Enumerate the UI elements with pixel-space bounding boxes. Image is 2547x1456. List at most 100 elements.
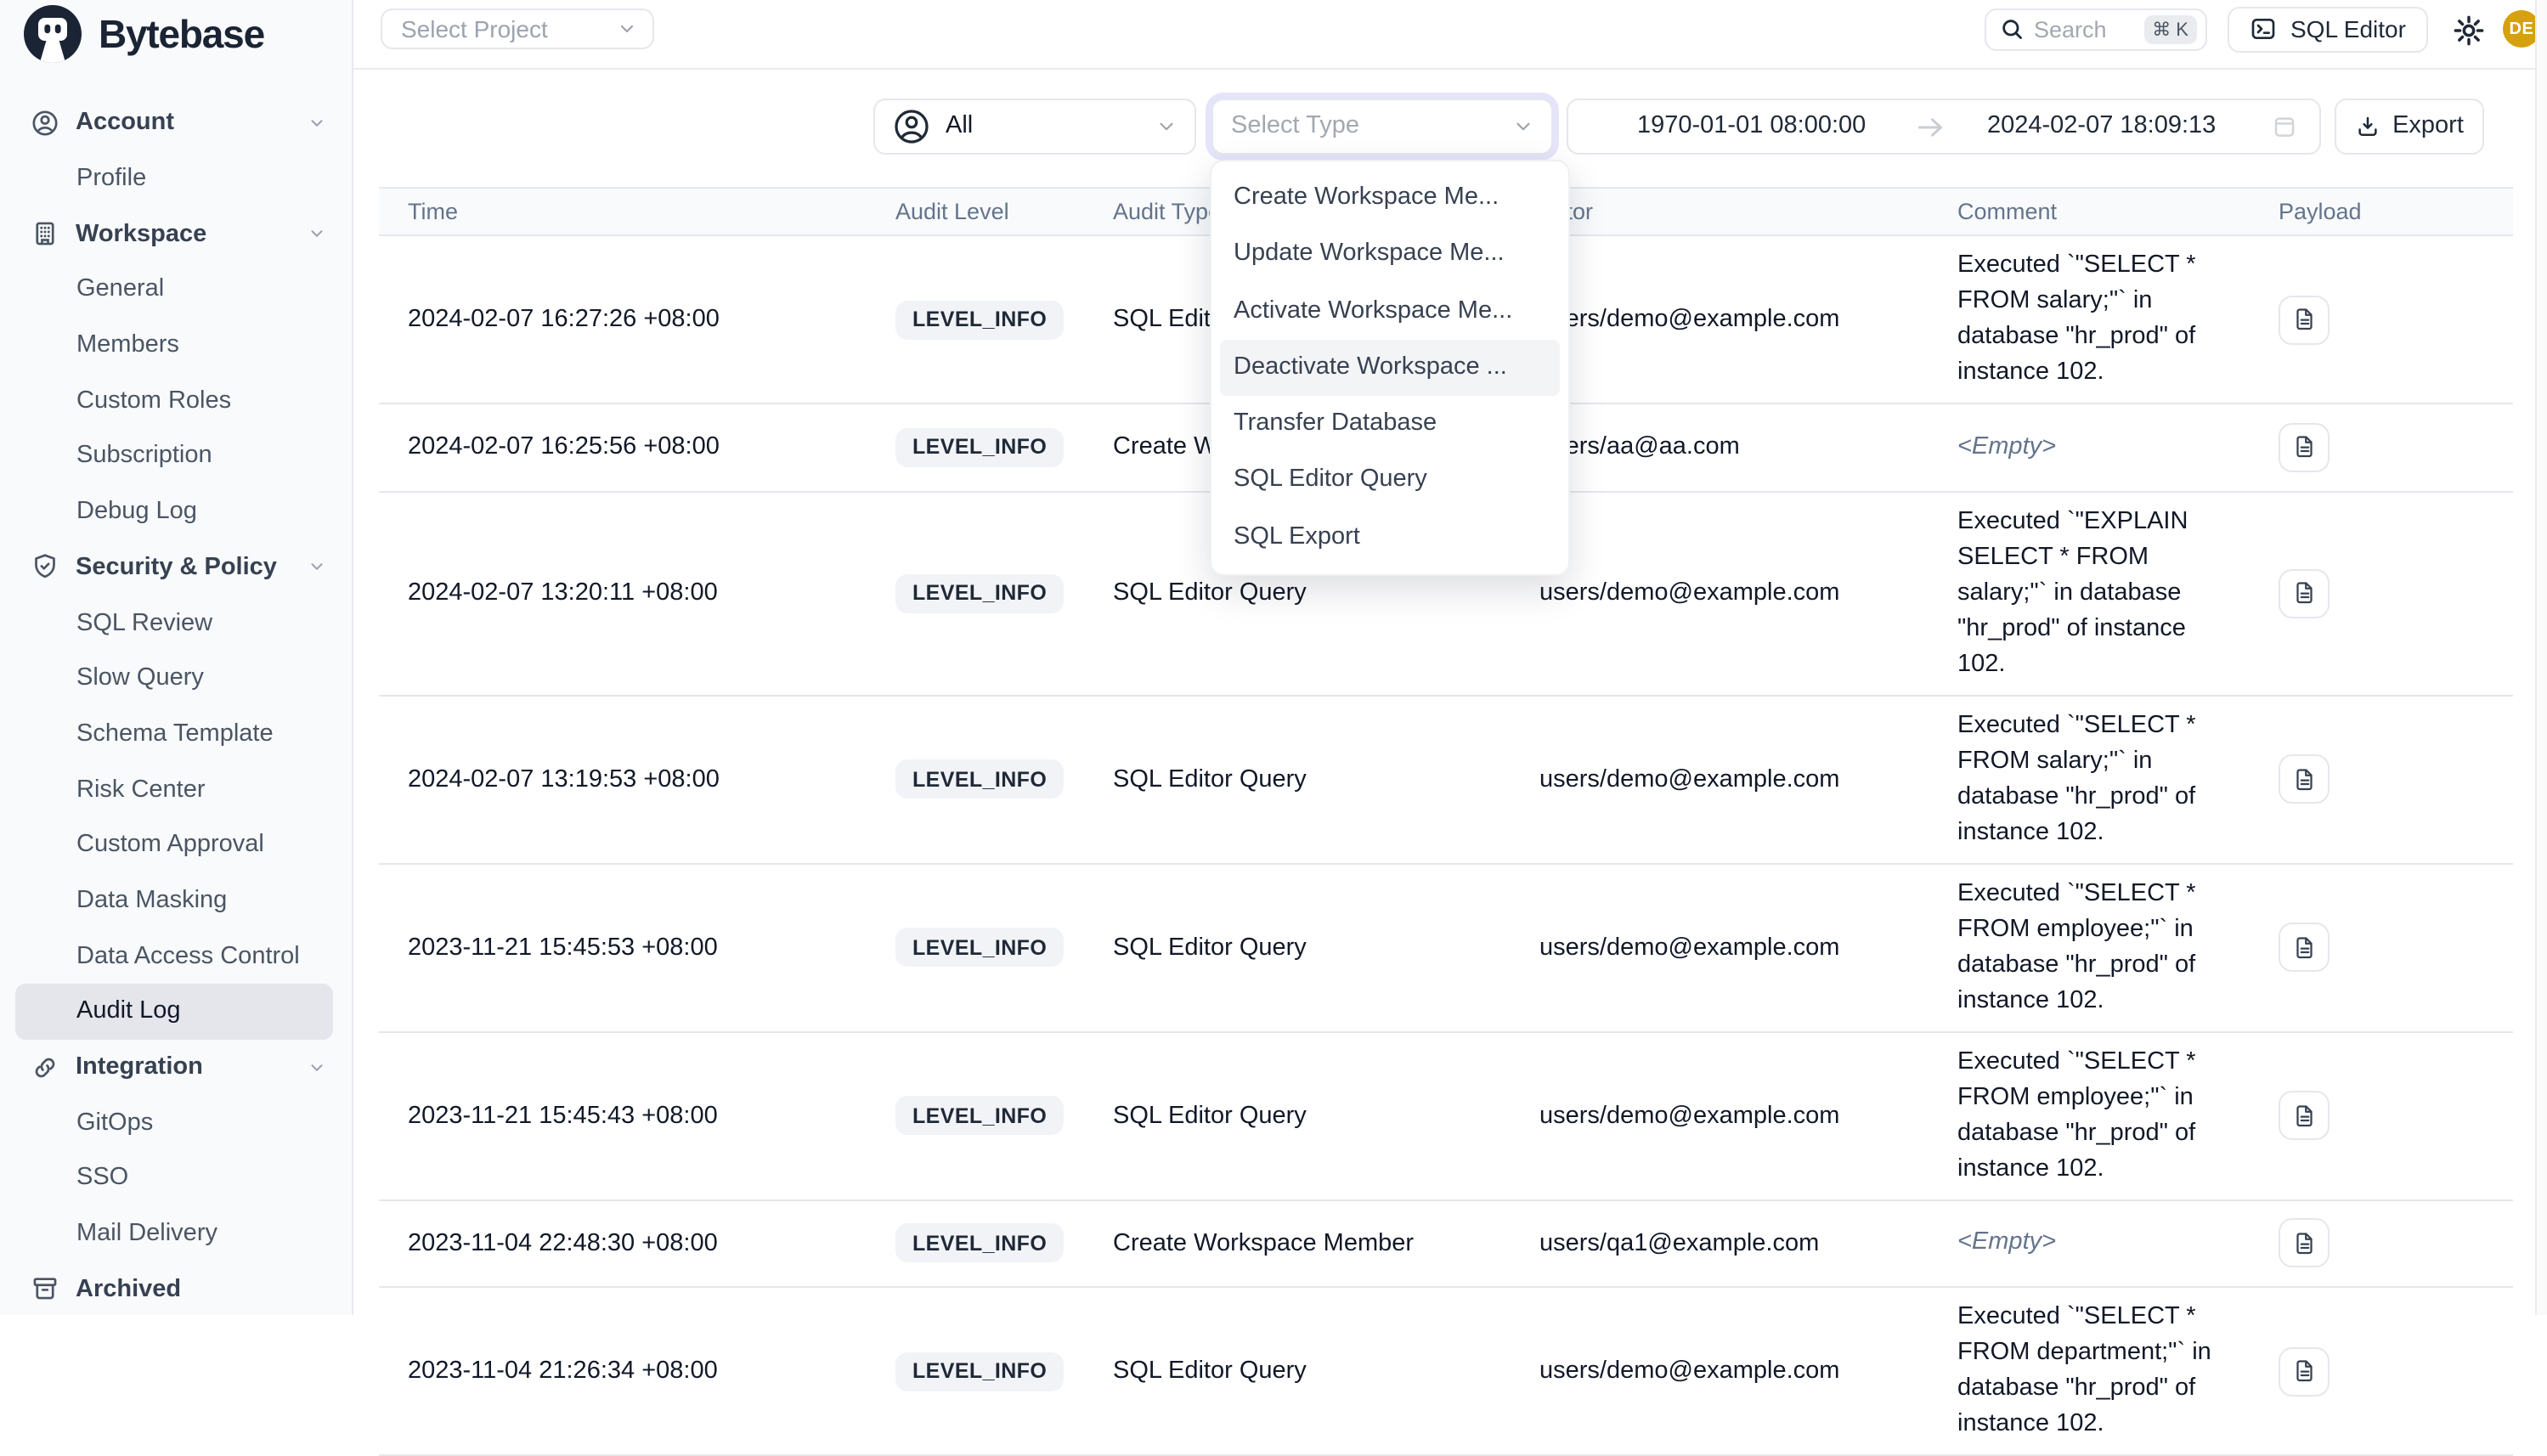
export-label: Export [2392,113,2464,140]
cell-audit-type: SQL Editor Query [1113,579,1539,607]
audit-level-badge: LEVEL_INFO [895,573,1064,612]
cell-comment: Executed `"SELECT * FROM salary;"` in da… [1957,708,2239,850]
search-placeholder: Search [2034,16,2133,42]
menu-item-deactivate-workspace[interactable]: Deactivate Workspace ... [1220,340,1560,397]
search-shortcut-badge: ⌘ K [2143,14,2197,43]
cell-actor: users/demo@example.com [1539,579,1957,607]
actor-filter-select[interactable]: All [873,98,1196,155]
sidebar-item-custom-approval[interactable]: Custom Approval [0,817,352,872]
table-row: 2023-11-21 15:45:53 +08:00LEVEL_INFOSQL … [379,864,2513,1032]
cell-audit-level: LEVEL_INFO [895,1224,1113,1263]
sidebar-item-sso[interactable]: SSO [0,1150,352,1205]
menu-item-sql-editor-query[interactable]: SQL Editor Query [1211,453,1568,510]
date-end-value[interactable]: 2024-02-07 18:09:13 [1987,113,2216,140]
payload-view-button[interactable] [2279,1346,2330,1396]
cell-actor: users/demo@example.com [1539,306,1957,333]
cell-time: 2024-02-07 13:19:53 +08:00 [408,765,895,793]
file-icon [2291,934,2317,961]
download-icon [2355,114,2380,139]
cell-time: 2024-02-07 16:25:56 +08:00 [408,434,895,461]
chevron-down-icon [1511,116,1533,138]
sidebar-group-label: Security & Policy [76,554,277,581]
bytebase-logo-icon [24,5,82,63]
gear-icon[interactable] [2452,14,2486,48]
sidebar-item-debug-log[interactable]: Debug Log [0,484,352,539]
cell-audit-level: LEVEL_INFO [895,300,1113,339]
column-header-time: Time [408,199,895,224]
column-header-payload: Payload [2279,199,2362,224]
chevron-down-icon [308,114,326,133]
actor-filter-value: All [946,113,973,140]
payload-view-button[interactable] [2279,754,2330,804]
sidebar-item-subscription[interactable]: Subscription [0,428,352,483]
table-row: 2023-11-04 21:26:34 +08:00LEVEL_INFOSQL … [379,1288,2513,1456]
sidebar-item-custom-roles[interactable]: Custom Roles [0,373,352,428]
sidebar-group-account[interactable]: Account [0,95,352,150]
sidebar-group-label: Archived [76,1276,181,1303]
chevron-down-icon [308,224,326,243]
payload-view-button[interactable] [2279,423,2330,472]
sidebar-group-label: Account [76,110,174,137]
search-input[interactable]: Search ⌘ K [1985,8,2207,50]
export-button[interactable]: Export [2335,98,2484,155]
menu-item-transfer-database[interactable]: Transfer Database [1211,396,1568,453]
date-start-value[interactable]: 1970-01-01 08:00:00 [1637,113,1866,140]
sidebar-item-general[interactable]: General [0,262,352,317]
cell-comment: Executed `"SELECT * FROM employee;"` in … [1957,876,2239,1019]
sidebar-group-security-policy[interactable]: Security & Policy [0,539,352,595]
scrollbar[interactable] [2535,0,2547,1315]
cell-audit-level: LEVEL_INFO [895,573,1113,612]
cell-payload [2279,295,2330,344]
payload-view-button[interactable] [2279,295,2330,344]
sidebar-item-mail-delivery[interactable]: Mail Delivery [0,1206,352,1261]
sidebar-item-profile[interactable]: Profile [0,150,352,206]
file-icon [2291,434,2317,461]
user-circle-icon [30,109,59,138]
cell-comment: Executed `"EXPLAIN SELECT * FROM salary;… [1957,504,2239,682]
payload-view-button[interactable] [2279,1091,2330,1140]
sidebar-item-members[interactable]: Members [0,318,352,373]
cell-comment: <Empty> [1957,1226,2239,1261]
menu-item-sql-export[interactable]: SQL Export [1211,510,1568,567]
payload-view-button[interactable] [2279,923,2330,972]
sidebar-item-slow-query[interactable]: Slow Query [0,651,352,706]
link-icon [30,1052,59,1081]
date-range-picker[interactable]: 1970-01-01 08:00:00 2024-02-07 18:09:13 [1566,98,2320,155]
cell-time: 2023-11-04 21:26:34 +08:00 [408,1357,895,1385]
payload-view-button[interactable] [2279,568,2330,618]
sidebar-item-risk-center[interactable]: Risk Center [0,762,352,817]
table-row: 2024-02-07 13:19:53 +08:00LEVEL_INFOSQL … [379,696,2513,864]
sidebar-item-data-access-control[interactable]: Data Access Control [0,928,352,984]
audit-level-badge: LEVEL_INFO [895,1352,1064,1391]
sidebar-item-sql-review[interactable]: SQL Review [0,595,352,650]
cell-comment: <Empty> [1957,430,2239,466]
audit-level-badge: LEVEL_INFO [895,1224,1064,1263]
sidebar-group-integration[interactable]: Integration [0,1039,352,1094]
menu-item-create-workspace-me[interactable]: Create Workspace Me... [1211,170,1568,227]
audit-level-badge: LEVEL_INFO [895,428,1064,467]
empty-comment-label: <Empty> [1957,1229,2056,1256]
sidebar-group-workspace[interactable]: Workspace [0,206,352,262]
cell-audit-type: SQL Editor Query [1113,765,1539,793]
project-select[interactable]: Select Project [381,8,654,48]
cell-time: 2024-02-07 16:27:26 +08:00 [408,306,895,333]
table-row: 2023-11-21 15:45:43 +08:00LEVEL_INFOSQL … [379,1032,2513,1200]
payload-view-button[interactable] [2279,1219,2330,1268]
type-filter-dropdown-menu: Create Workspace Me...Update Workspace M… [1210,160,1570,576]
sql-editor-button[interactable]: SQL Editor [2228,6,2428,52]
menu-item-activate-workspace-me[interactable]: Activate Workspace Me... [1211,283,1568,340]
file-icon [2291,1357,2317,1385]
type-filter-select[interactable]: Select Type [1211,98,1552,155]
sidebar-group-archived[interactable]: Archived [0,1261,352,1317]
sidebar-item-schema-template[interactable]: Schema Template [0,706,352,761]
chevron-down-icon [617,19,637,39]
sidebar-item-audit-log[interactable]: Audit Log [15,984,333,1039]
empty-comment-label: <Empty> [1957,433,2056,460]
menu-item-update-workspace-me[interactable]: Update Workspace Me... [1211,227,1568,284]
sidebar-nav: AccountProfileWorkspaceGeneralMembersCus… [0,68,352,1317]
sidebar-item-data-masking[interactable]: Data Masking [0,872,352,928]
brand-logo[interactable]: Bytebase [0,0,352,68]
sidebar-item-gitops[interactable]: GitOps [0,1095,352,1150]
type-filter-placeholder: Select Type [1231,113,1359,140]
search-icon [2000,17,2024,41]
